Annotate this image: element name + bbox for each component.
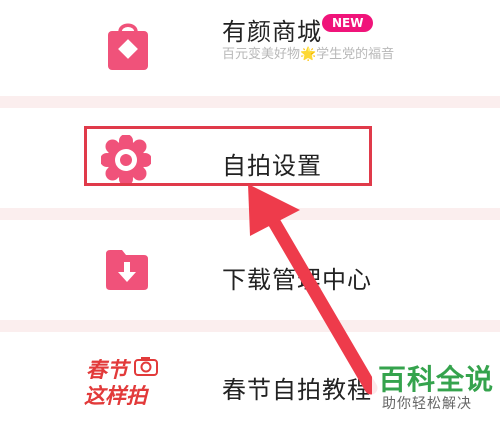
watermark-title: 百科全说 bbox=[378, 363, 495, 396]
watermark-subtitle: 助你轻松解决 bbox=[382, 396, 472, 412]
